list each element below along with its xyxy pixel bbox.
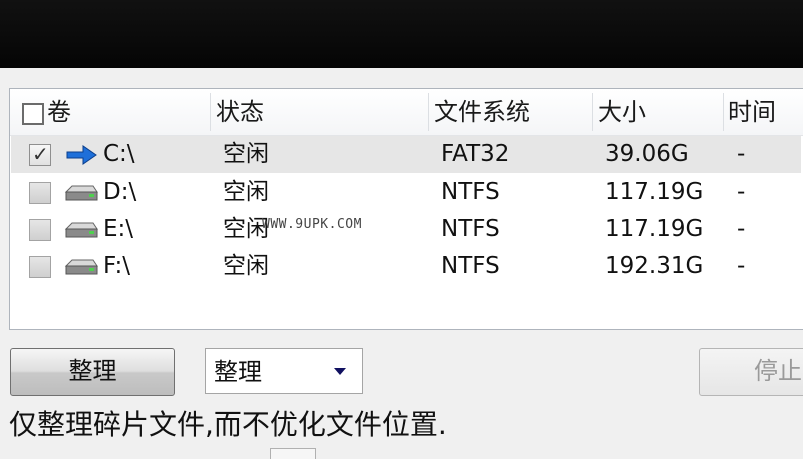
- volume-status: 空闲: [223, 141, 269, 167]
- watermark-text: WWW.9UPK.COM: [262, 217, 362, 232]
- hard-drive-icon: [64, 222, 98, 238]
- volume-filesystem: NTFS: [441, 179, 500, 205]
- column-separator[interactable]: [592, 93, 593, 131]
- volume-time: -: [737, 179, 746, 205]
- list-header: 卷 状态 文件系统 大小 时间: [10, 89, 803, 136]
- hard-drive-icon: [64, 259, 98, 275]
- mode-description: 仅整理碎片文件,而不优化文件位置.: [9, 408, 447, 441]
- volume-size: 117.19G: [605, 216, 704, 242]
- column-header-status[interactable]: 状态: [216, 89, 264, 135]
- volume-name: C:\: [103, 141, 135, 167]
- mode-select[interactable]: 整理: [205, 348, 363, 394]
- column-header-time[interactable]: 时间: [728, 89, 776, 135]
- table-row[interactable]: F:\ 空闲 NTFS 192.31G -: [11, 248, 801, 285]
- volume-name: D:\: [103, 179, 137, 205]
- volume-list[interactable]: 卷 状态 文件系统 大小 时间 ✓ C:\ 空闲 FAT32 39.06G - …: [9, 88, 803, 330]
- dropdown-arrow-icon[interactable]: [334, 368, 346, 375]
- title-bar: [0, 0, 803, 68]
- blue-arrow-icon: [66, 145, 97, 165]
- table-row[interactable]: D:\ 空闲 NTFS 117.19G -: [11, 174, 801, 211]
- row-checkbox[interactable]: [29, 182, 51, 204]
- table-row[interactable]: ✓ C:\ 空闲 FAT32 39.06G -: [11, 136, 801, 173]
- volume-size: 39.06G: [605, 141, 689, 167]
- table-row[interactable]: E:\ 空闲 NTFS 117.19G -: [11, 211, 801, 248]
- volume-filesystem: NTFS: [441, 216, 500, 242]
- volume-time: -: [737, 141, 746, 167]
- column-header-filesystem[interactable]: 文件系统: [434, 89, 530, 135]
- volume-size: 192.31G: [605, 253, 704, 279]
- mode-select-value: 整理: [214, 358, 262, 386]
- column-separator[interactable]: [428, 93, 429, 131]
- row-checkbox[interactable]: ✓: [29, 142, 51, 166]
- stop-button[interactable]: 停止: [699, 348, 803, 396]
- volume-name: F:\: [103, 253, 130, 279]
- volume-status: 空闲: [223, 253, 269, 279]
- volume-filesystem: FAT32: [441, 141, 510, 167]
- defrag-button[interactable]: 整理: [10, 348, 175, 396]
- column-separator[interactable]: [723, 93, 724, 131]
- volume-name: E:\: [103, 216, 134, 242]
- row-checkbox[interactable]: [29, 256, 51, 278]
- column-header-volume[interactable]: 卷: [47, 89, 71, 135]
- volume-filesystem: NTFS: [441, 253, 500, 279]
- select-all-checkbox[interactable]: [22, 103, 44, 125]
- column-separator[interactable]: [210, 93, 211, 131]
- volume-time: -: [737, 216, 746, 242]
- volume-status: 空闲: [223, 179, 269, 205]
- column-header-size[interactable]: 大小: [598, 89, 646, 135]
- hard-drive-icon: [64, 185, 98, 201]
- volume-size: 117.19G: [605, 179, 704, 205]
- checkmark-icon: ✓: [32, 142, 49, 166]
- row-checkbox[interactable]: [29, 219, 51, 241]
- volume-time: -: [737, 253, 746, 279]
- partial-control[interactable]: [270, 448, 316, 459]
